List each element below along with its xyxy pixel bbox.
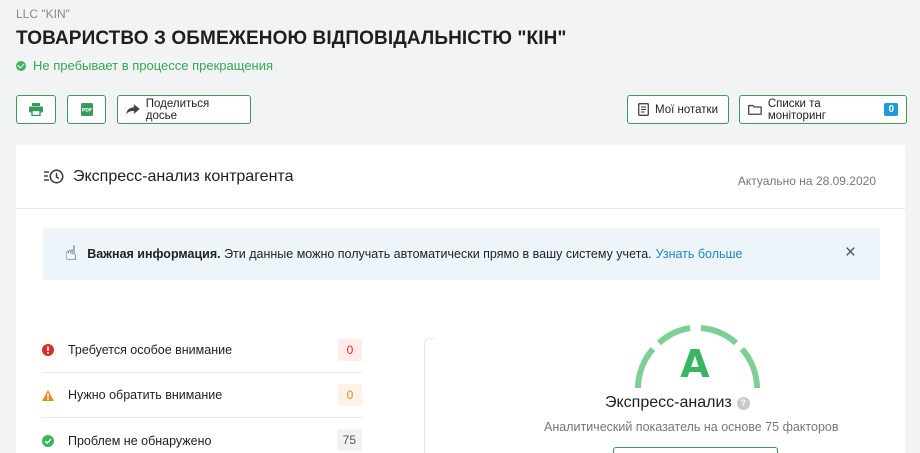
info-body: Эти данные можно получать автоматически …: [220, 247, 652, 261]
express-analysis-card: Экспресс-анализ контрагента Актуально на…: [16, 145, 905, 453]
details-button[interactable]: [613, 447, 778, 453]
score-panel: [424, 325, 905, 453]
score-title-wrap: Экспресс-анализ ?: [605, 394, 750, 412]
pointing-hand-icon: ☝: [65, 243, 78, 265]
company-status-text: Не пребывает в процессе прекращения: [33, 58, 274, 73]
check-label: Нужно обратить внимание: [68, 388, 223, 402]
share-dossier-label: Поделиться досье: [145, 97, 210, 122]
my-notes-button[interactable]: Мої нотатки: [627, 95, 729, 124]
company-header: LLC "KIN" ТОВАРИСТВО З ОБМЕЖЕНОЮ ВІДПОВІ…: [16, 7, 920, 73]
lists-monitoring-button[interactable]: Списки та моніторинг 0: [739, 95, 907, 124]
check-label: Требуется особое внимание: [68, 343, 233, 357]
notes-icon: [638, 103, 649, 116]
check-count: 75: [336, 429, 362, 451]
share-arrow-icon: [126, 104, 140, 115]
help-question-icon[interactable]: ?: [736, 396, 750, 410]
pdf-icon: PDF: [80, 103, 93, 116]
close-icon[interactable]: ×: [845, 243, 856, 262]
check-row-warning[interactable]: Нужно обратить внимание 0: [42, 373, 362, 418]
panel-divider: [424, 338, 434, 453]
company-name-eng: LLC "KIN": [16, 7, 70, 21]
info-bold: Важная информация.: [87, 247, 221, 261]
check-count: 0: [338, 339, 362, 361]
print-button[interactable]: [16, 95, 56, 124]
grade-letter: A: [680, 342, 710, 386]
check-count: 0: [338, 384, 362, 406]
folder-icon: [748, 104, 762, 115]
checks-list: Требуется особое внимание 0 Нужно обрати…: [42, 328, 362, 453]
card-header: Экспресс-анализ контрагента Актуально на…: [16, 145, 905, 209]
check-circle-icon: [42, 434, 54, 447]
warning-triangle-icon: [42, 389, 54, 401]
check-label: Проблем не обнаружено: [68, 433, 212, 448]
info-banner: ☝ Важная информация. Эти данные можно по…: [43, 228, 880, 280]
share-dossier-button[interactable]: Поделиться досье: [117, 95, 251, 124]
pdf-icon-text: PDF: [81, 108, 91, 114]
check-row-critical[interactable]: Требуется особое внимание 0: [42, 328, 362, 373]
lists-count-badge: 0: [884, 103, 898, 116]
learn-more-link[interactable]: Узнать больше: [656, 247, 743, 261]
score-title: Экспресс-анализ: [605, 394, 732, 411]
history-clock-icon: [44, 169, 64, 183]
check-circle-icon: [16, 60, 26, 71]
score-subtitle: Аналитический показатель на основе 75 фа…: [544, 420, 839, 434]
toolbar: PDF Поделиться досье Мої нотатки Списки …: [16, 95, 908, 124]
alert-circle-icon: [42, 344, 54, 356]
check-row-ok[interactable]: Проблем не обнаружено 75: [42, 418, 362, 453]
card-title: Экспресс-анализ контрагента: [73, 167, 294, 185]
printer-icon: [29, 103, 43, 116]
company-title: ТОВАРИСТВО З ОБМЕЖЕНОЮ ВІДПОВІДАЛЬНІСТЮ …: [16, 28, 567, 49]
info-text: Важная информация. Эти данные можно полу…: [87, 247, 742, 261]
actual-date: Актуально на 28.09.2020: [737, 174, 876, 188]
pdf-button[interactable]: PDF: [67, 95, 106, 124]
lists-monitoring-label: Списки та моніторинг: [767, 97, 826, 122]
company-status: Не пребывает в процессе прекращения: [16, 58, 920, 73]
my-notes-label: Мої нотатки: [655, 103, 718, 116]
